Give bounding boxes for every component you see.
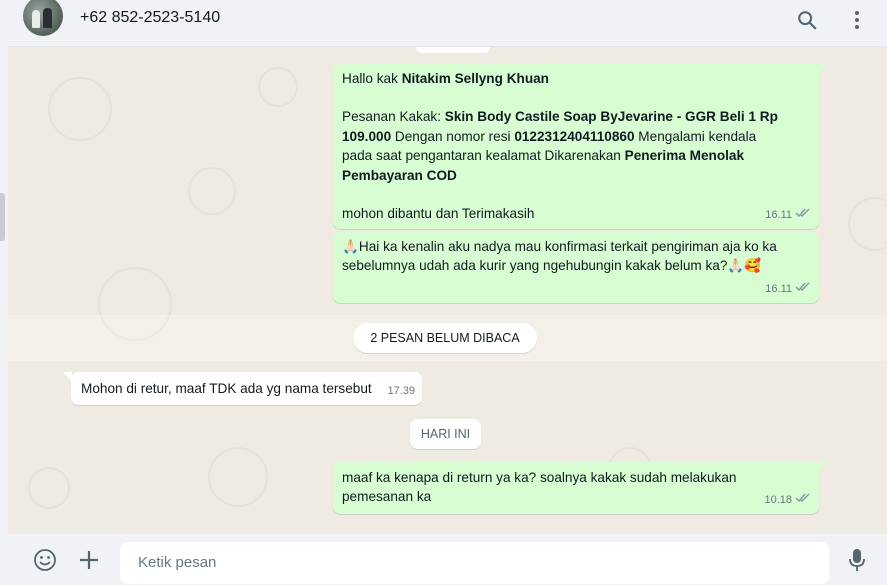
double-check-icon <box>795 491 811 510</box>
message-meta: 17.39 <box>387 382 415 401</box>
message-meta: 16.11 <box>765 280 811 299</box>
message-time: 16.11 <box>765 208 792 221</box>
previous-message-stub <box>416 47 490 53</box>
plus-icon[interactable] <box>76 547 102 573</box>
message-greeting: Hallo kak Nitakim Sellyng Khuan <box>342 71 549 86</box>
chat-header[interactable]: +62 852-2523-5140 <box>8 0 887 47</box>
message-text: 🙏🏻Hai ka kenalin aku nadya mau konfirmas… <box>342 239 777 274</box>
date-divider: HARI INI <box>410 419 481 449</box>
outgoing-message[interactable]: 🙏🏻Hai ka kenalin aku nadya mau konfirmas… <box>333 232 819 303</box>
search-icon[interactable] <box>795 8 819 32</box>
unread-badge: 2 PESAN BELUM DIBACA <box>353 323 537 353</box>
contact-name[interactable]: +62 852-2523-5140 <box>80 9 220 27</box>
message-text: maaf ka kenapa di return ya ka? soalnya … <box>342 470 737 505</box>
emoji-icon[interactable] <box>32 547 58 573</box>
message-time: 17.39 <box>387 384 415 397</box>
message-meta: 16.11 <box>765 206 811 225</box>
message-order: Pesanan Kakak: Skin Body Castile Soap By… <box>342 109 778 183</box>
menu-icon[interactable] <box>845 8 869 32</box>
avatar[interactable] <box>23 0 63 36</box>
chat-area[interactable]: Hallo kak Nitakim Sellyng Khuan Pesanan … <box>8 47 887 534</box>
message-closing: mohon dibantu dan Terimakasih <box>342 206 535 222</box>
outgoing-message[interactable]: Hallo kak Nitakim Sellyng Khuan Pesanan … <box>333 64 827 229</box>
message-time: 10.18 <box>764 493 792 506</box>
left-panel-edge <box>0 0 8 585</box>
outgoing-message[interactable]: maaf ka kenapa di return ya ka? soalnya … <box>333 462 827 514</box>
double-check-icon <box>795 280 811 299</box>
message-time: 16.11 <box>765 282 792 295</box>
message-text: Mohon di retur, maaf TDK ada yg nama ter… <box>81 381 372 396</box>
message-input[interactable]: Ketik pesan <box>120 542 829 584</box>
panel-scrollbar[interactable] <box>0 193 5 241</box>
double-check-icon <box>795 206 811 225</box>
mic-icon[interactable] <box>844 547 870 573</box>
message-meta: 10.18 <box>764 491 811 510</box>
incoming-message[interactable]: Mohon di retur, maaf TDK ada yg nama ter… <box>63 372 422 405</box>
message-composer: Ketik pesan <box>8 534 887 585</box>
